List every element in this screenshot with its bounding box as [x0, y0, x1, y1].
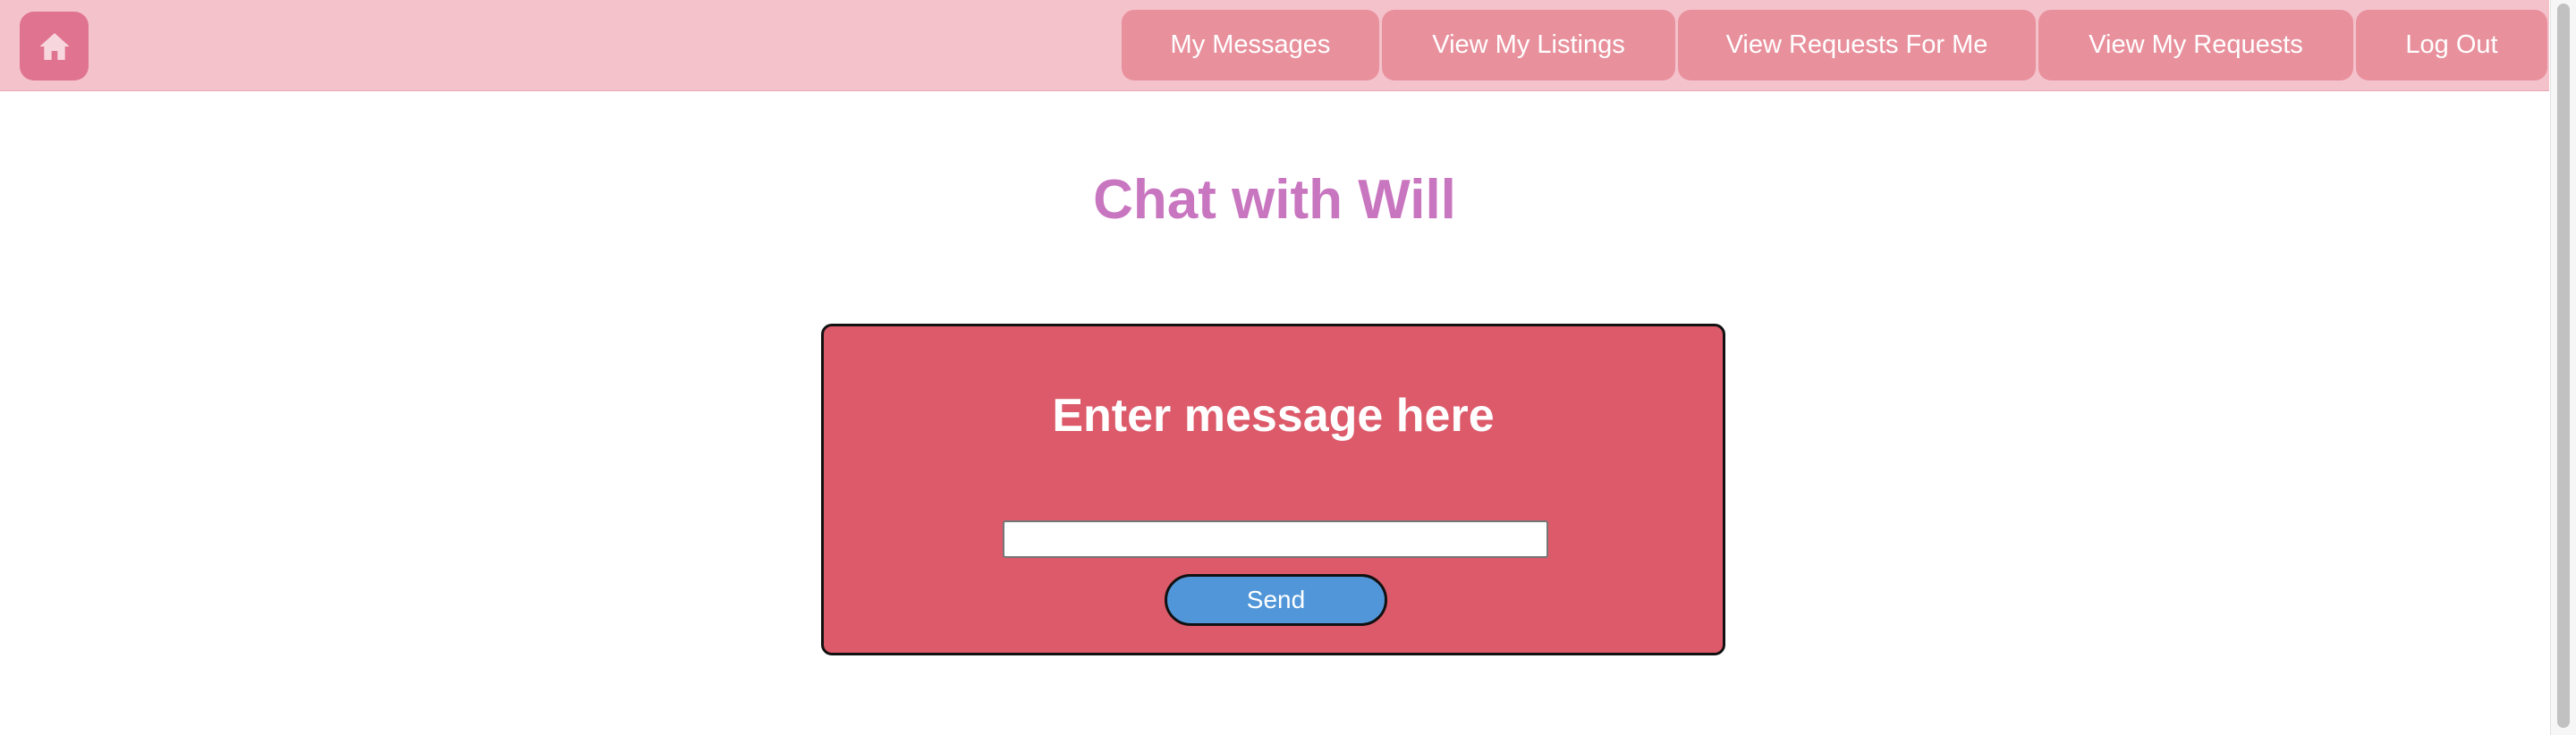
message-input[interactable]: [1003, 520, 1548, 558]
scrollbar-thumb[interactable]: [2557, 4, 2570, 728]
vertical-scrollbar[interactable]: [2550, 0, 2576, 735]
nav-view-requests-for-me[interactable]: View Requests For Me: [1678, 10, 2036, 80]
nav-view-my-listings[interactable]: View My Listings: [1382, 10, 1675, 80]
top-navbar: My Messages View My Listings View Reques…: [0, 0, 2549, 91]
home-button[interactable]: [20, 12, 89, 80]
page: My Messages View My Listings View Reques…: [0, 0, 2576, 735]
page-title: Chat with Will: [1093, 169, 1456, 231]
nav-my-messages[interactable]: My Messages: [1122, 10, 1379, 80]
send-button[interactable]: Send: [1165, 574, 1387, 626]
message-card: Enter message here Send: [821, 324, 1725, 655]
nav-log-out[interactable]: Log Out: [2356, 10, 2547, 80]
nav-view-my-requests[interactable]: View My Requests: [2038, 10, 2353, 80]
home-icon: [37, 29, 72, 64]
card-heading: Enter message here: [1052, 390, 1495, 442]
nav-menu: My Messages View My Listings View Reques…: [1119, 10, 2547, 80]
